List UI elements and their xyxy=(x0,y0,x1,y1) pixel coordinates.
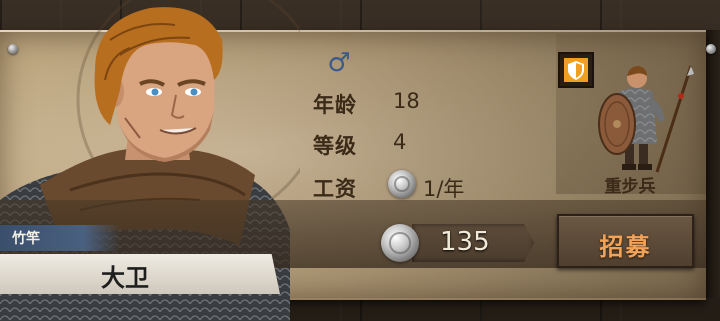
level-value: 4 xyxy=(393,130,407,154)
character-name: 大卫 xyxy=(101,264,149,292)
level-label: 等级 xyxy=(313,134,357,158)
age-value: 18 xyxy=(393,89,420,113)
silver-coin-icon xyxy=(381,224,419,262)
rivet-icon xyxy=(706,44,716,54)
recruit-price: 135 xyxy=(440,227,490,257)
wage-label: 工资 xyxy=(313,177,357,201)
recruit-button-label: 招募 xyxy=(599,233,652,261)
silver-coin-icon xyxy=(388,170,416,198)
unit-class-badge xyxy=(558,52,594,88)
character-nickname: 竹竿 xyxy=(12,231,40,247)
age-label: 年龄 xyxy=(313,93,357,117)
male-gender-icon: ♂ xyxy=(327,48,351,78)
wage-value: 1/年 xyxy=(423,177,465,201)
unit-type-label: 重步兵 xyxy=(604,177,656,197)
shield-icon xyxy=(564,58,588,82)
heavy-infantry-figure xyxy=(598,65,694,173)
panel-edge xyxy=(706,30,720,298)
recruit-button[interactable]: 招募 xyxy=(557,214,694,268)
